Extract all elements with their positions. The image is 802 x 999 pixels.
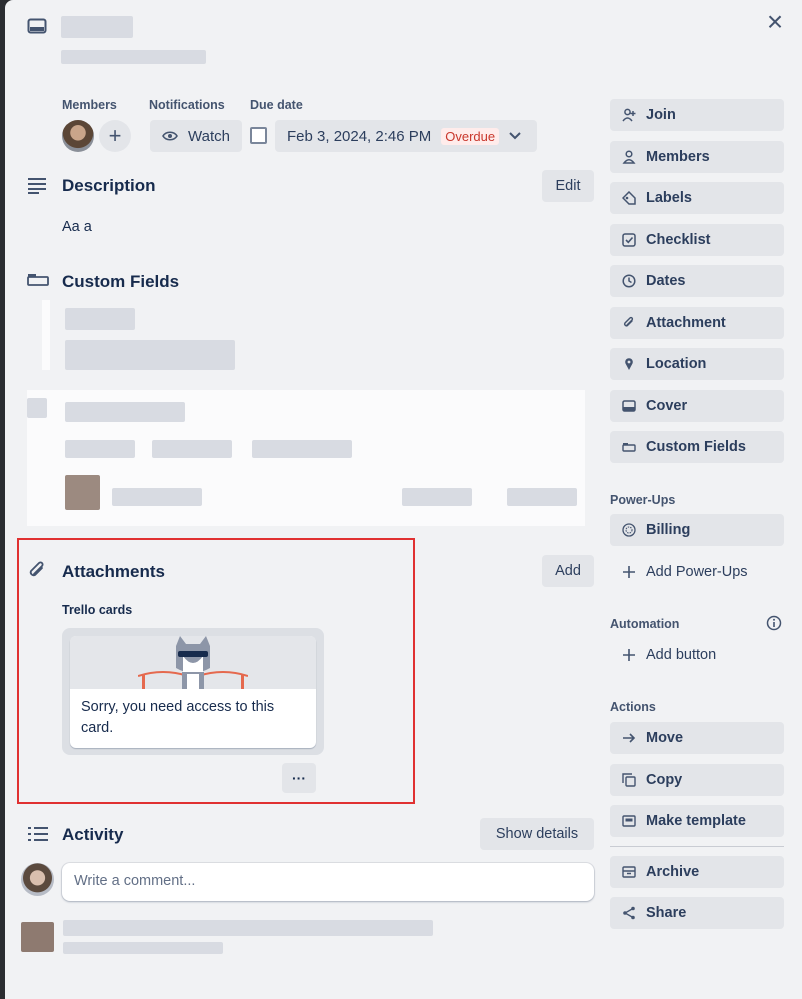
- sidebar-item-label: Add button: [646, 647, 717, 663]
- activity-icon: [27, 826, 49, 848]
- due-complete-checkbox[interactable]: [250, 127, 267, 144]
- sidebar-item-label: Attachment: [646, 315, 726, 331]
- sidebar-members-button[interactable]: Members: [610, 141, 784, 173]
- add-button-button[interactable]: Add button: [610, 639, 784, 671]
- avatar: [21, 863, 54, 896]
- billing-icon: [622, 523, 636, 537]
- custom-fields-title: Custom Fields: [62, 272, 180, 291]
- sidebar-make-template-button[interactable]: Make template: [610, 805, 784, 837]
- sidebar-item-label: Billing: [646, 522, 691, 538]
- sidebar-custom-fields-button[interactable]: Custom Fields: [610, 431, 784, 463]
- description-text[interactable]: Aa a: [62, 219, 92, 235]
- share-icon: [622, 906, 636, 920]
- due-date-value: Feb 3, 2024, 2:46 PM: [287, 127, 432, 145]
- add-member-button[interactable]: +: [99, 120, 131, 152]
- plus-icon: [622, 648, 636, 662]
- due-date-button[interactable]: Feb 3, 2024, 2:46 PM Overdue: [275, 120, 537, 152]
- attachments-title: Attachments: [62, 562, 165, 581]
- powerups-heading: Power-Ups: [610, 493, 676, 507]
- watch-label: Watch: [188, 127, 230, 145]
- sidebar-item-label: Move: [646, 730, 684, 746]
- card-list-blurred: [61, 50, 206, 64]
- sidebar-dates-button[interactable]: Dates: [610, 265, 784, 297]
- sidebar-archive-button[interactable]: Archive: [610, 856, 784, 888]
- sidebar-item-label: Location: [646, 356, 707, 372]
- watch-button[interactable]: Watch: [150, 120, 242, 152]
- sidebar-item-label: Labels: [646, 190, 692, 206]
- template-icon: [622, 814, 636, 828]
- custom-fields-blurred-area: [27, 300, 585, 526]
- card-modal: × Members Notifications Due date + Watch…: [5, 0, 802, 999]
- sidebar-share-button[interactable]: Share: [610, 897, 784, 929]
- sidebar-item-label: Custom Fields: [646, 439, 746, 455]
- sidebar-item-label: Join: [646, 107, 676, 123]
- chevron-down-icon: [509, 132, 521, 140]
- sidebar-checklist-button[interactable]: Checklist: [610, 224, 784, 256]
- sidebar-item-label: Share: [646, 905, 687, 921]
- custom-fields-icon: [622, 440, 636, 454]
- sidebar-item-label: Archive: [646, 864, 700, 880]
- automation-heading: Automation: [610, 617, 680, 631]
- eye-icon: [162, 130, 178, 142]
- sidebar-billing-button[interactable]: Billing: [610, 514, 784, 546]
- description-icon: [27, 176, 49, 198]
- attachment-more-button[interactable]: ···: [282, 763, 316, 793]
- description-title: Description: [62, 176, 156, 195]
- sidebar-item-label: Members: [646, 149, 710, 165]
- sidebar-attachment-button[interactable]: Attachment: [610, 307, 784, 339]
- actions-heading: Actions: [610, 700, 656, 714]
- sidebar-item-label: Copy: [646, 772, 683, 788]
- close-icon[interactable]: ×: [761, 8, 789, 36]
- clock-icon: [622, 274, 636, 288]
- plus-icon: [622, 565, 636, 579]
- overdue-badge: Overdue: [441, 127, 500, 145]
- add-person-icon: [622, 108, 636, 122]
- sidebar-location-button[interactable]: Location: [610, 348, 784, 380]
- sidebar-item-label: Make template: [646, 813, 746, 829]
- tag-icon: [622, 191, 636, 205]
- sidebar-copy-button[interactable]: Copy: [610, 764, 784, 796]
- custom-fields-icon: [27, 273, 49, 295]
- sidebar-item-label: Cover: [646, 398, 688, 414]
- attached-card[interactable]: Sorry, you need access to this card.: [62, 628, 324, 755]
- arrow-right-icon: [622, 731, 636, 745]
- sidebar-join-button[interactable]: Join: [610, 99, 784, 131]
- sidebar-divider: [610, 846, 784, 847]
- paperclip-icon: [27, 560, 49, 582]
- members-label: Members: [62, 98, 117, 112]
- add-attachment-button[interactable]: Add: [542, 555, 594, 587]
- sidebar-item-label: Add Power-Ups: [646, 564, 748, 580]
- restricted-card-cover: [70, 636, 316, 689]
- restricted-card-message: Sorry, you need access to this card.: [81, 699, 275, 736]
- sidebar-labels-button[interactable]: Labels: [610, 182, 784, 214]
- person-icon: [622, 150, 636, 164]
- card-title-blurred: [61, 16, 133, 38]
- cover-icon: [622, 399, 636, 413]
- info-icon[interactable]: [766, 615, 782, 631]
- comment-input[interactable]: Write a comment...: [62, 863, 594, 901]
- activity-entry-blurred: [21, 912, 441, 957]
- avatar[interactable]: [62, 120, 94, 152]
- notifications-label: Notifications: [149, 98, 225, 112]
- sidebar-move-button[interactable]: Move: [610, 722, 784, 754]
- archive-icon: [622, 865, 636, 879]
- checkbox-icon: [622, 233, 636, 247]
- card-cover-icon: [27, 18, 47, 34]
- copy-icon: [622, 773, 636, 787]
- activity-title: Activity: [62, 825, 124, 844]
- sidebar-item-label: Dates: [646, 273, 686, 289]
- show-details-button[interactable]: Show details: [480, 818, 594, 850]
- paperclip-icon: [622, 316, 636, 330]
- sidebar-item-label: Checklist: [646, 232, 711, 248]
- trello-cards-label: Trello cards: [62, 603, 133, 617]
- sidebar-cover-button[interactable]: Cover: [610, 390, 784, 422]
- add-powerups-button[interactable]: Add Power-Ups: [610, 556, 784, 588]
- edit-description-button[interactable]: Edit: [542, 170, 594, 202]
- pin-icon: [622, 357, 636, 371]
- husky-mascot-icon: [138, 636, 248, 689]
- due-date-label: Due date: [250, 98, 303, 112]
